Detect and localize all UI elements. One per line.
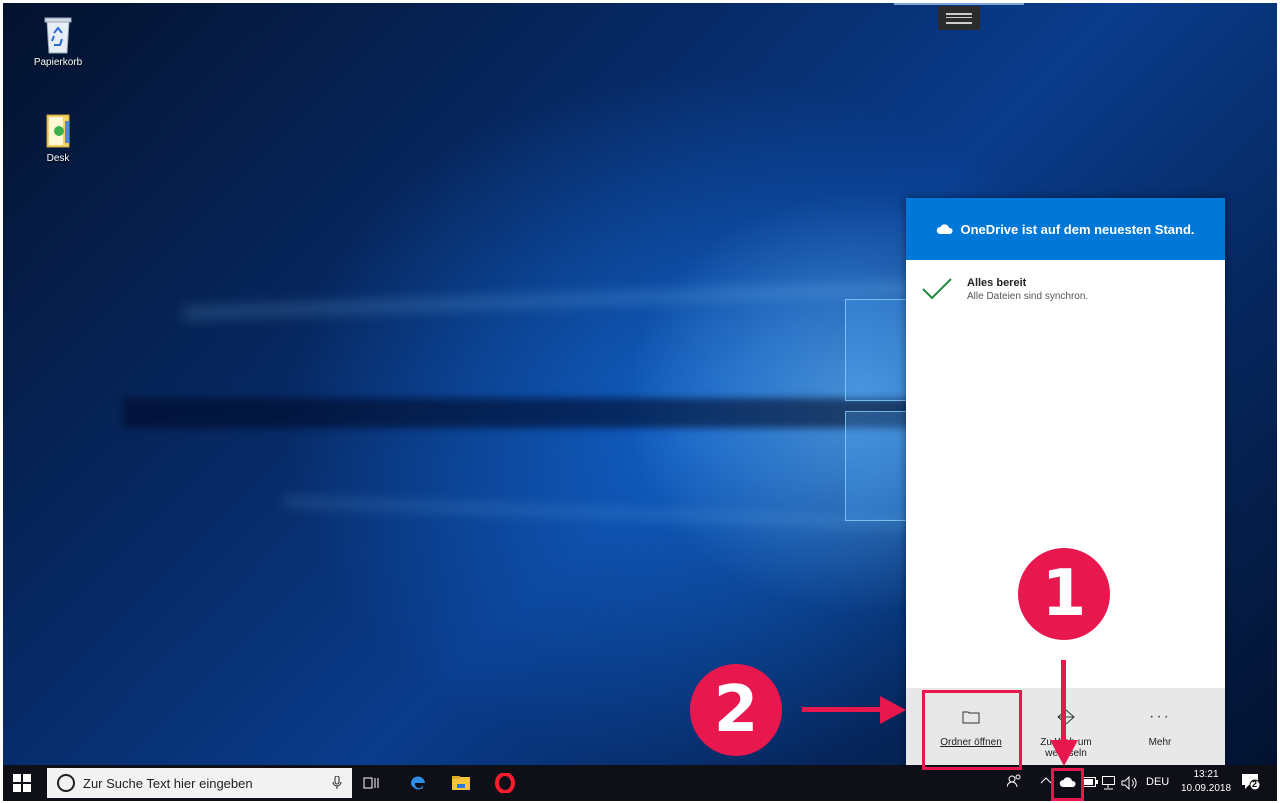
clock-date: 10.09.2018 bbox=[1180, 783, 1232, 794]
light-beam bbox=[182, 279, 944, 321]
file-explorer-icon bbox=[452, 776, 470, 790]
notification-icon bbox=[1242, 774, 1261, 791]
edge-button[interactable] bbox=[406, 771, 430, 795]
top-indicator bbox=[894, 3, 1024, 5]
windows-logo-pane bbox=[845, 299, 907, 401]
arrow-to-tray bbox=[1061, 660, 1066, 748]
arrow-to-open-folder bbox=[802, 707, 886, 712]
web-icon bbox=[1057, 709, 1075, 725]
search-placeholder: Zur Suche Text hier eingeben bbox=[83, 775, 253, 791]
notification-count: 2 bbox=[1252, 779, 1258, 789]
cortana-icon bbox=[57, 774, 75, 792]
language-indicator[interactable]: DEU bbox=[1146, 776, 1169, 788]
step-badge-2: 2 bbox=[690, 664, 782, 756]
desktop-icon-label: Desk bbox=[46, 153, 70, 164]
action-center-button[interactable]: 2 bbox=[1241, 773, 1261, 794]
status-title: Alles bereit bbox=[967, 277, 1027, 289]
arrow-head-right bbox=[880, 696, 906, 724]
windows-start-icon bbox=[13, 774, 31, 792]
onedrive-header-text: OneDrive ist auf dem neuesten Stand. bbox=[960, 221, 1195, 237]
recycle-bin-icon bbox=[41, 15, 75, 55]
network-icon[interactable] bbox=[1102, 776, 1118, 793]
checkmark-icon bbox=[922, 278, 952, 300]
hamburger-icon bbox=[946, 12, 972, 24]
desktop-icon-desk[interactable]: Desk bbox=[23, 111, 93, 164]
task-view-icon bbox=[363, 777, 379, 789]
more-label: Mehr bbox=[1148, 737, 1172, 748]
desktop-icon-recycle-bin[interactable]: Papierkorb bbox=[23, 15, 93, 68]
ellipsis-icon: ··· bbox=[1149, 708, 1171, 725]
clock-time: 13:21 bbox=[1193, 769, 1219, 780]
highlight-onedrive-tray bbox=[1051, 768, 1084, 801]
highlight-open-folder bbox=[922, 690, 1022, 770]
onedrive-header: OneDrive ist auf dem neuesten Stand. bbox=[906, 198, 1225, 260]
status-subtitle: Alle Dateien sind synchron. bbox=[967, 291, 1089, 302]
people-icon[interactable] bbox=[1006, 774, 1021, 791]
shadow-beam bbox=[123, 398, 943, 428]
taskbar: Zur Suche Text hier eingeben DEU 13:21 1… bbox=[3, 765, 1277, 801]
light-beam bbox=[283, 496, 943, 530]
cloud-icon bbox=[937, 224, 954, 234]
search-box[interactable]: Zur Suche Text hier eingeben bbox=[47, 768, 352, 798]
edge-icon bbox=[410, 776, 425, 790]
desktop-icon-label: Papierkorb bbox=[33, 57, 83, 68]
clock[interactable]: 13:21 10.09.2018 bbox=[1179, 768, 1233, 796]
more-button[interactable]: ··· Mehr bbox=[1112, 688, 1208, 765]
windows-logo-pane bbox=[845, 411, 907, 521]
step-badge-1: 1 bbox=[1018, 548, 1110, 640]
folder-icon bbox=[41, 111, 75, 151]
opera-button[interactable] bbox=[493, 771, 517, 795]
menu-handle[interactable] bbox=[938, 6, 980, 30]
onedrive-status: Alles bereit Alle Dateien sind synchron. bbox=[921, 276, 1088, 302]
battery-icon[interactable] bbox=[1082, 777, 1098, 790]
file-explorer-button[interactable] bbox=[449, 771, 473, 795]
volume-icon[interactable] bbox=[1121, 775, 1139, 793]
arrow-head-down bbox=[1050, 740, 1078, 766]
start-button[interactable] bbox=[13, 774, 31, 792]
opera-icon bbox=[495, 773, 515, 793]
microphone-icon[interactable] bbox=[332, 776, 342, 790]
task-view-button[interactable] bbox=[359, 771, 383, 795]
